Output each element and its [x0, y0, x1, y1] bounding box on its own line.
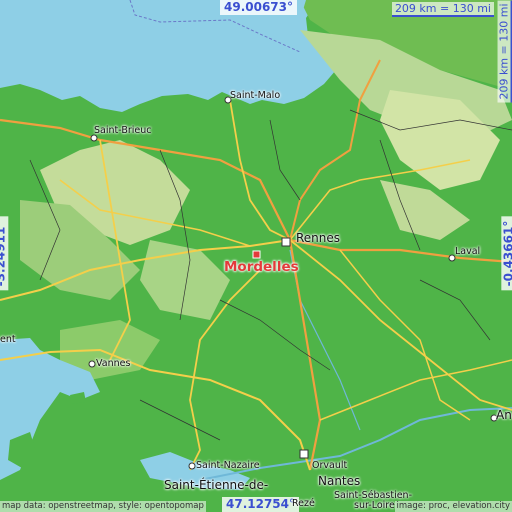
vannes-marker: [88, 360, 96, 368]
city-label-reze: Rezé: [292, 498, 315, 509]
north-latitude-label: 49.00673°: [220, 0, 298, 15]
rennes-marker: [281, 237, 291, 247]
mordelles-place-label: Mordelles: [224, 259, 299, 275]
city-label-vannes: Vannes: [96, 358, 131, 369]
map-view[interactable]: 49.00673° 47.12754° -3.24911° -0.43661° …: [0, 0, 512, 512]
mordelles-location-marker: [252, 250, 261, 259]
city-label-ent: ent: [0, 334, 16, 345]
east-longitude-label: -0.43661°: [501, 216, 512, 291]
terrain-layer: [0, 0, 512, 512]
scale-bar-horizontal: 209 km = 130 mi: [391, 2, 494, 17]
image-attribution: image: proc, elevation.city: [394, 501, 512, 512]
map-attribution: map data: openstreetmap, style: opentopo…: [0, 501, 206, 512]
city-label-saint-nazaire: Saint-Nazaire: [196, 460, 260, 471]
south-latitude-label: 47.12754°: [222, 497, 300, 512]
city-label-rennes: Rennes: [296, 231, 341, 245]
nantes-marker: [299, 449, 309, 459]
city-label-orvault: Orvault: [312, 460, 348, 471]
saint-nazaire-marker: [188, 462, 196, 470]
city-label-an: An: [496, 408, 512, 422]
city-label-saint-etienne: Saint-Étienne-de-: [164, 478, 269, 492]
city-label-saint-brieuc: Saint-Brieuc: [94, 125, 152, 136]
city-label-laval: Laval: [455, 246, 481, 257]
city-label-sur-loire: sur-Loire: [354, 500, 395, 511]
city-label-saint-malo: Saint-Malo: [230, 90, 281, 101]
city-label-nantes: Nantes: [318, 474, 361, 488]
scale-bar-vertical: 209 km = 130 mi: [497, 0, 512, 103]
west-longitude-label: -3.24911°: [0, 216, 9, 291]
